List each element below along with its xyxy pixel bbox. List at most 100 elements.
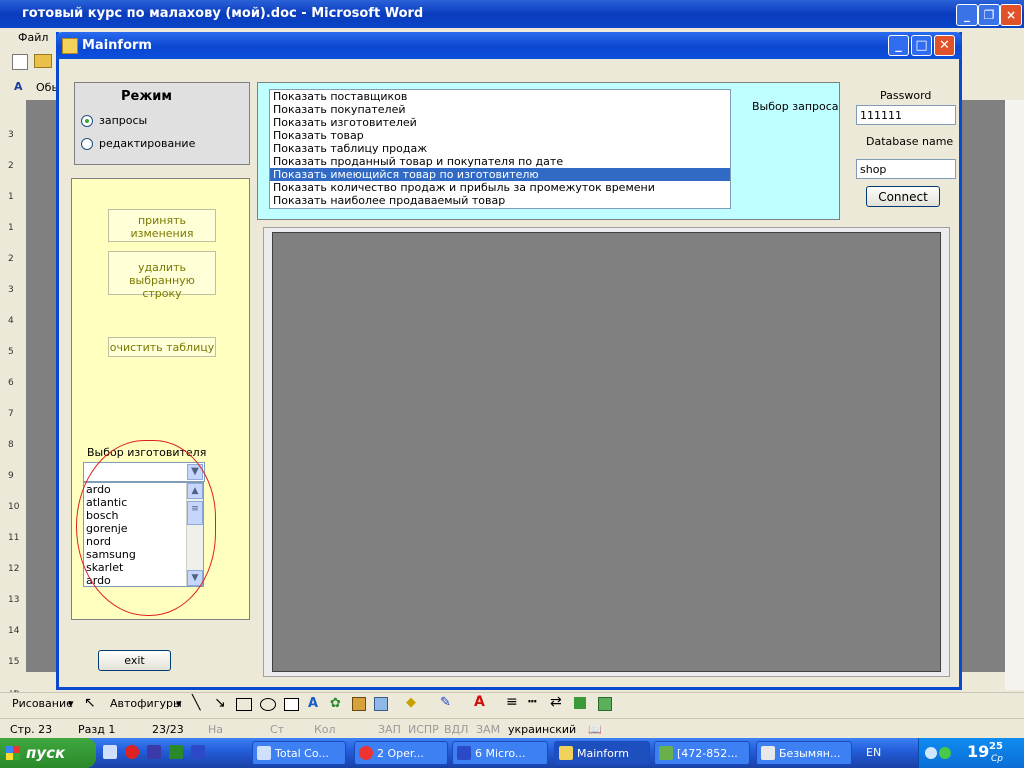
query-item[interactable]: Показать наиболее продаваемый товар <box>270 194 730 207</box>
mode-title: Режим <box>121 89 173 104</box>
minimize-button[interactable]: _ <box>888 35 909 56</box>
ruler-tick: 14 <box>8 626 20 636</box>
system-tray: 19 25 Ср <box>918 738 1024 768</box>
taskbar-item-5[interactable]: [472-852... <box>654 741 750 765</box>
line-icon[interactable]: ╲ <box>192 695 200 711</box>
diagram-icon[interactable]: ✿ <box>330 696 341 711</box>
maximize-button[interactable]: □ <box>911 35 932 56</box>
delete-row-button[interactable]: удалить выбранную строку <box>108 251 216 300</box>
accept-changes-button[interactable]: принять изменения <box>108 209 216 242</box>
open-folder-icon[interactable] <box>34 54 52 68</box>
dbname-label: Database name <box>866 135 954 148</box>
word-close-button[interactable]: × <box>1000 4 1022 26</box>
results-grid[interactable] <box>272 232 941 672</box>
textbox-icon[interactable] <box>284 698 299 711</box>
password-field[interactable]: 111111 <box>856 105 956 125</box>
password-label: Password <box>880 89 932 102</box>
clock-minutes: 25 <box>989 741 1003 752</box>
query-item[interactable]: Показать товар <box>270 129 730 142</box>
ruler-tick: 11 <box>8 533 20 543</box>
radio-edit-label[interactable]: редактирование <box>99 137 195 150</box>
fill-color-icon[interactable]: ◆ <box>406 695 416 710</box>
query-item[interactable]: Показать покупателей <box>270 103 730 116</box>
ruler-tick: 15 <box>8 657 20 667</box>
clear-table-button[interactable]: очистить таблицу <box>108 337 216 357</box>
wordart-icon[interactable]: A <box>308 696 318 711</box>
word-restore-button[interactable]: ❐ <box>978 4 1000 26</box>
ruler-tick: 12 <box>8 564 20 574</box>
status-trk[interactable]: ИСПР <box>408 723 439 736</box>
styles-icon[interactable]: A <box>14 80 23 93</box>
drawing-menu[interactable]: Рисование <box>12 697 73 710</box>
task-label: Безымян... <box>779 747 841 760</box>
clock-day: Ср <box>991 754 1003 764</box>
save-quicklaunch-icon[interactable] <box>144 741 164 765</box>
status-ext[interactable]: ВДЛ <box>444 723 468 736</box>
language-indicator[interactable]: EN <box>866 746 881 759</box>
radio-queries[interactable] <box>81 115 93 127</box>
close-button[interactable]: ✕ <box>934 35 955 56</box>
query-list[interactable]: Показать поставщиков Показать покупателей… <box>269 89 731 209</box>
word-vertical-scrollbar[interactable] <box>1005 100 1024 690</box>
query-item[interactable]: Показать изготовителей <box>270 116 730 129</box>
clipart-icon[interactable] <box>352 697 366 711</box>
ruler-tick: 2 <box>8 161 14 171</box>
tray-icon[interactable] <box>939 747 951 759</box>
word-status-bar: Стр. 23 Разд 1 23/23 На Ст Кол ЗАП ИСПР … <box>0 718 1024 739</box>
arrow-icon[interactable]: ↘ <box>214 695 226 711</box>
show-desktop-icon[interactable] <box>100 741 120 765</box>
taskbar-opera[interactable]: 2 Oper... <box>354 741 448 765</box>
task-label: Total Co... <box>275 747 329 760</box>
opera-quicklaunch-icon[interactable] <box>122 741 142 765</box>
autoshapes-menu[interactable]: Автофигуры <box>110 697 182 710</box>
status-section: Разд 1 <box>78 723 116 736</box>
query-item[interactable]: Показать таблицу продаж <box>270 142 730 155</box>
mainform-title-bar[interactable]: Mainform _ □ ✕ <box>56 32 962 59</box>
status-page: Стр. 23 <box>10 723 53 736</box>
annotation-circle <box>76 440 216 616</box>
start-button[interactable]: пуск <box>0 738 96 768</box>
picture-icon[interactable] <box>374 697 388 711</box>
query-item[interactable]: Показать количество продаж и прибыль за … <box>270 181 730 194</box>
taskbar-total-commander[interactable]: Total Co... <box>252 741 346 765</box>
font-color-icon[interactable]: A <box>474 694 485 710</box>
query-item[interactable]: Показать имеющийся товар по изготовителю <box>270 168 730 181</box>
spelling-icon[interactable]: 📖 <box>588 723 602 736</box>
oval-icon[interactable] <box>260 698 276 711</box>
status-pages: 23/23 <box>152 723 184 736</box>
dash-style-icon[interactable]: ┅ <box>528 694 536 710</box>
line-color-icon[interactable]: ✎ <box>440 695 451 710</box>
menu-file[interactable]: Файл <box>18 31 48 44</box>
line-style-icon[interactable]: ≡ <box>506 694 518 710</box>
radio-edit[interactable] <box>81 138 93 150</box>
exit-button[interactable]: exit <box>98 650 171 671</box>
query-item[interactable]: Показать проданный товар и покупателя по… <box>270 155 730 168</box>
vertical-ruler: 32112345678910111213141516 <box>0 100 26 698</box>
connect-button[interactable]: Connect <box>866 186 940 207</box>
shadow-icon[interactable] <box>574 697 586 709</box>
word-quicklaunch-icon[interactable] <box>188 741 208 765</box>
chevron-down-icon[interactable]: ▾ <box>176 697 182 710</box>
radio-queries-label[interactable]: запросы <box>99 114 147 127</box>
new-doc-icon[interactable] <box>12 54 28 70</box>
arrow-style-icon[interactable]: ⇄ <box>550 694 562 710</box>
chevron-down-icon[interactable]: ▾ <box>68 697 74 710</box>
3d-icon[interactable] <box>598 697 612 711</box>
status-rec[interactable]: ЗАП <box>378 723 401 736</box>
ruler-tick: 3 <box>8 285 14 295</box>
taskbar-paint[interactable]: Безымян... <box>756 741 852 765</box>
status-col: Кол <box>314 723 336 736</box>
tray-icon[interactable] <box>925 747 937 759</box>
task-label: Mainform <box>577 747 629 760</box>
status-ovr[interactable]: ЗАМ <box>476 723 500 736</box>
query-item[interactable]: Показать поставщиков <box>270 90 730 103</box>
taskbar-mainform[interactable]: Mainform <box>554 741 650 765</box>
taskbar-word[interactable]: 6 Micro... <box>452 741 548 765</box>
ruler-tick: 10 <box>8 502 20 512</box>
dbname-field[interactable]: shop <box>856 159 956 179</box>
word-minimize-button[interactable]: _ <box>956 4 978 26</box>
pointer-icon[interactable]: ↖ <box>84 695 96 711</box>
query-panel: Показать поставщиков Показать покупателей… <box>257 82 840 220</box>
rectangle-icon[interactable] <box>236 698 252 711</box>
excel-quicklaunch-icon[interactable] <box>166 741 186 765</box>
